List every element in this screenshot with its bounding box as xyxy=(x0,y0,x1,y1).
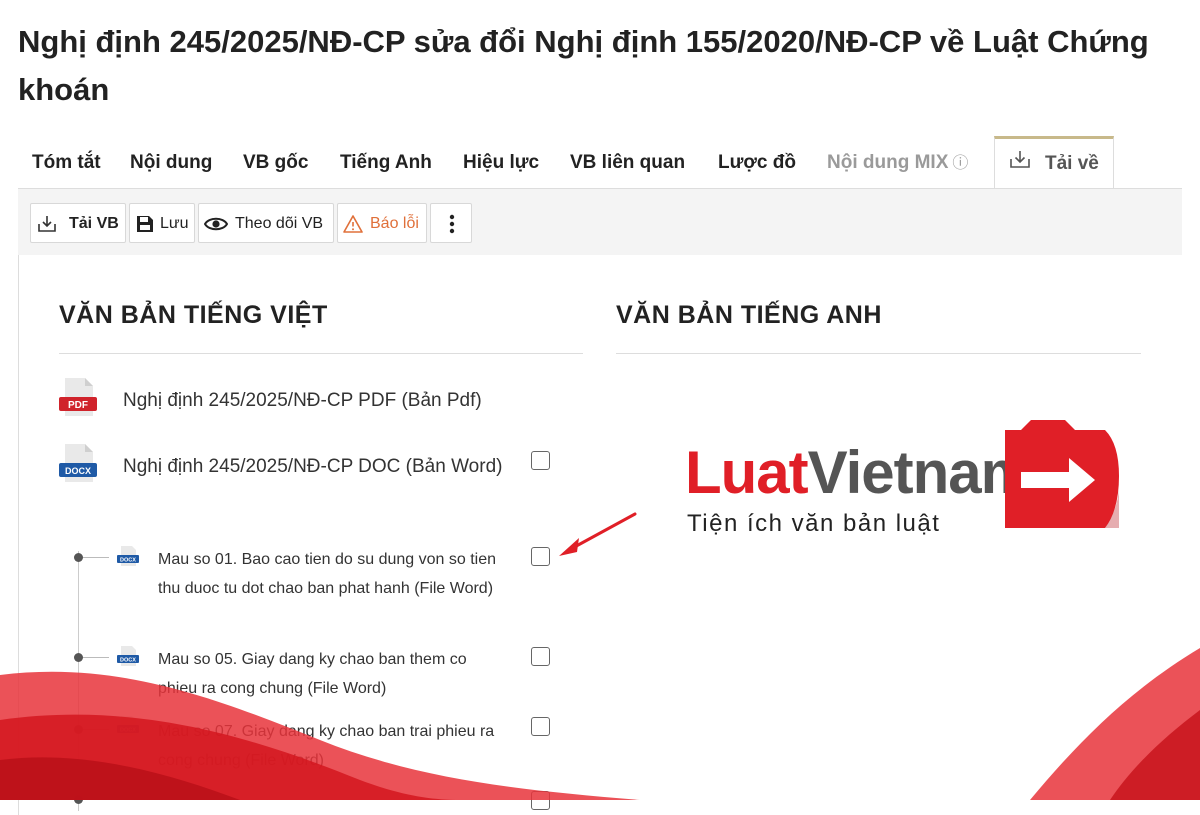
info-icon: ⓘ xyxy=(952,155,969,172)
attachment-checkbox[interactable] xyxy=(531,791,550,810)
attachment-checkbox[interactable] xyxy=(531,647,550,666)
download-icon xyxy=(1009,139,1031,189)
docx-checkbox[interactable] xyxy=(531,451,550,470)
download-doc-label: Tải VB xyxy=(69,215,119,232)
more-vertical-icon xyxy=(449,214,455,234)
tree-bullet xyxy=(74,553,83,562)
more-button[interactable] xyxy=(430,203,472,243)
tab-mix[interactable]: Nội dung MIX ⓘ xyxy=(827,136,968,188)
tab-mix-label: Nội dung MIX xyxy=(827,152,949,173)
docx-download-link[interactable]: Nghị định 245/2025/NĐ-CP DOC (Bản Word) xyxy=(123,451,513,482)
tab-bar: Tóm tắt Nội dung VB gốc Tiếng Anh Hiệu l… xyxy=(18,136,1182,191)
docx-file-icon: DOCX xyxy=(117,645,139,672)
tree-line xyxy=(78,551,79,811)
tab-english[interactable]: Tiếng Anh xyxy=(340,136,432,188)
tree-connector xyxy=(83,657,109,658)
page-title: Nghị định 245/2025/NĐ-CP sửa đổi Nghị đị… xyxy=(18,24,1149,107)
english-docs-title: VĂN BẢN TIẾNG ANH xyxy=(616,301,882,329)
svg-text:DOCX: DOCX xyxy=(120,658,136,664)
vietnamese-docs-title: VĂN BẢN TIẾNG VIỆT xyxy=(59,301,328,329)
tab-download-label: Tải về xyxy=(1045,153,1099,175)
follow-label: Theo dõi VB xyxy=(235,215,324,232)
svg-text:DOCX: DOCX xyxy=(120,728,136,734)
save-icon xyxy=(137,216,153,232)
docx-file-icon: DOCX xyxy=(117,545,139,572)
tab-summary[interactable]: Tóm tắt xyxy=(32,136,101,188)
docx-file-icon: DOCX xyxy=(59,443,97,488)
attachment-checkbox[interactable] xyxy=(531,547,550,566)
download-icon xyxy=(38,216,56,232)
attachment-link[interactable]: Mau so 07. Giay dang ky chao ban trai ph… xyxy=(158,717,508,775)
docx-file-icon: DOCX xyxy=(117,715,139,742)
attachment-link[interactable]: Mau so 01. Bao cao tien do su dung von s… xyxy=(158,545,508,603)
tab-related[interactable]: VB liên quan xyxy=(570,136,685,188)
divider xyxy=(616,353,1141,354)
luatvietnam-logo: LuatVietnam Tiện ích văn bản luật xyxy=(685,420,1125,540)
tab-content[interactable]: Nội dung xyxy=(130,136,212,188)
save-button[interactable]: Lưu xyxy=(129,203,195,243)
pdf-file-icon: PDF xyxy=(59,377,97,422)
divider xyxy=(59,353,583,354)
tree-connector xyxy=(83,729,109,730)
logo-wordmark: LuatVietnam xyxy=(685,439,1034,506)
tree-bullet xyxy=(74,653,83,662)
eye-icon xyxy=(204,217,228,231)
tab-diagram[interactable]: Lược đồ xyxy=(718,136,796,188)
attachment-checkbox[interactable] xyxy=(531,717,550,736)
svg-text:DOCX: DOCX xyxy=(65,466,91,476)
warning-icon xyxy=(343,215,363,233)
tab-original[interactable]: VB gốc xyxy=(243,136,308,188)
report-error-label: Báo lỗi xyxy=(370,215,419,232)
tree-bullet xyxy=(74,725,83,734)
svg-text:DOCX: DOCX xyxy=(120,558,136,564)
logo-arrow-icon xyxy=(1005,420,1119,528)
download-doc-button[interactable]: Tải VB xyxy=(30,203,126,243)
follow-button[interactable]: Theo dõi VB xyxy=(198,203,334,243)
svg-text:PDF: PDF xyxy=(68,400,88,411)
attachment-link[interactable]: Mau so 05. Giay dang ky chao ban them co… xyxy=(158,645,508,703)
pdf-download-link[interactable]: Nghị định 245/2025/NĐ-CP PDF (Bản Pdf) xyxy=(123,385,563,416)
tab-download[interactable]: Tải về xyxy=(994,136,1114,191)
annotation-arrow xyxy=(555,510,645,565)
tab-validity[interactable]: Hiệu lực xyxy=(463,136,539,188)
logo-tagline: Tiện ích văn bản luật xyxy=(687,510,941,537)
tree-connector xyxy=(83,557,109,558)
save-label: Lưu xyxy=(160,215,189,232)
report-error-button[interactable]: Báo lỗi xyxy=(337,203,427,243)
